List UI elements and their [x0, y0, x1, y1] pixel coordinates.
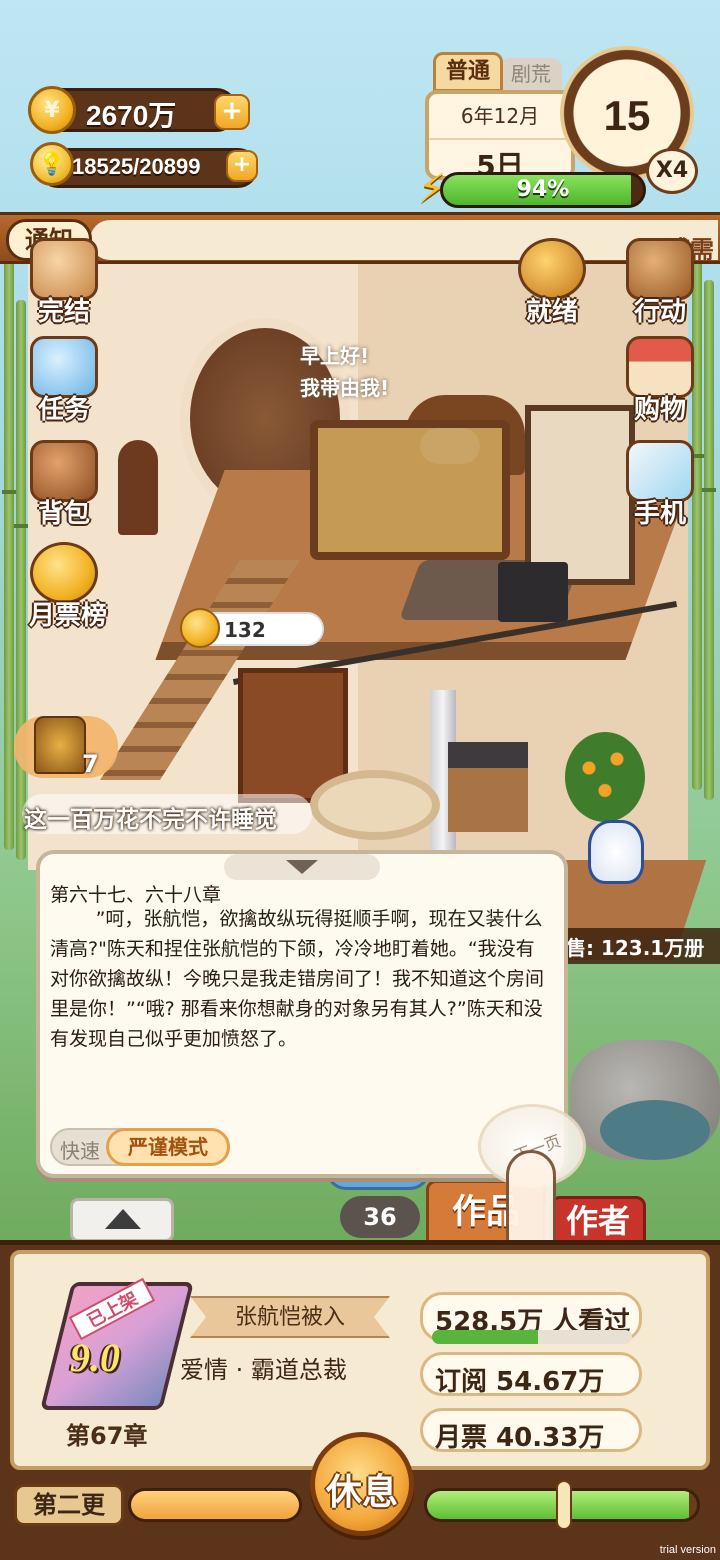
- progress-marker[interactable]: [556, 1480, 572, 1530]
- menu-finish[interactable]: 完结: [18, 236, 110, 328]
- reading-mode-toggle[interactable]: 快速 严谨模式: [50, 1128, 230, 1166]
- readers-progress-bar: [432, 1330, 632, 1344]
- left-progress-fill: [131, 1491, 299, 1519]
- add-coins-button[interactable]: +: [214, 94, 250, 130]
- readers-progress-fill: [432, 1330, 538, 1344]
- chapter-body: ”呵，张航恺，欲擒故纵玩得挺顺手啊，现在又装什么清高?"陈天和捏住张航恺的下颌，…: [50, 908, 545, 1050]
- second-update-button[interactable]: 第二更: [14, 1484, 124, 1526]
- expand-up-button[interactable]: [70, 1198, 174, 1242]
- menu-bag[interactable]: 背包: [18, 438, 110, 530]
- day-counter: 15: [603, 92, 651, 139]
- orange-tree[interactable]: [565, 732, 645, 822]
- left-progress-bar: [128, 1488, 302, 1522]
- stat-monthly-tickets-text: 月票 40.33万: [435, 1423, 605, 1453]
- stat-subscriptions: 订阅 54.67万: [420, 1352, 642, 1397]
- book-score: 9.0: [70, 1335, 120, 1380]
- tab-author[interactable]: 作者: [550, 1196, 646, 1246]
- dialog-collapse-handle[interactable]: [224, 854, 380, 880]
- tab-ghost[interactable]: 剧荒: [500, 58, 562, 92]
- watermark: trial version: [659, 1544, 716, 1556]
- doghouse[interactable]: [448, 742, 528, 832]
- treasure-chest-count: 7: [82, 750, 99, 778]
- porcelain-vase: [588, 820, 644, 884]
- mode-fast[interactable]: 快速: [60, 1135, 100, 1164]
- menu-tasks-label: 任务: [37, 395, 90, 425]
- interact-count: 36: [340, 1196, 420, 1238]
- bed[interactable]: [310, 420, 510, 560]
- menu-shop[interactable]: 购物: [614, 334, 706, 426]
- book-title: 张航恺被入: [190, 1296, 390, 1338]
- date-month: 6年12月: [460, 104, 540, 128]
- round-rug: [310, 770, 440, 840]
- greeting-speech: 早上好! 我带由我!: [300, 340, 389, 404]
- menu-action[interactable]: 行动: [614, 236, 706, 328]
- sales-text: 售: 123.1万册: [566, 936, 705, 960]
- mode-strict[interactable]: 严谨模式: [106, 1128, 230, 1166]
- book-genre: 爱情 · 霸道总裁: [180, 1356, 347, 1384]
- tv[interactable]: [498, 562, 568, 622]
- add-inspiration-button[interactable]: +: [226, 150, 258, 182]
- menu-bag-label: 背包: [37, 499, 90, 529]
- lightning-icon[interactable]: ⚡: [418, 166, 458, 212]
- speed-toggle[interactable]: X4: [646, 148, 698, 194]
- greeting-line-1: 早上好!: [300, 344, 370, 368]
- stat-subscriptions-text: 订阅 54.67万: [435, 1367, 605, 1397]
- menu-tasks[interactable]: 任务: [18, 334, 110, 426]
- treasure-chest-icon: [34, 716, 86, 774]
- lightbulb-icon: 💡: [30, 142, 74, 186]
- coin-icon: [180, 608, 220, 648]
- energy-label: 94%: [516, 177, 570, 202]
- menu-ready-label: 就绪: [525, 297, 578, 327]
- book-chapter: 第67章: [66, 1422, 148, 1450]
- grandfather-clock[interactable]: [118, 440, 158, 535]
- rest-label: 休息: [325, 1472, 398, 1513]
- pillow: [420, 428, 480, 464]
- menu-phone-label: 手机: [633, 499, 686, 529]
- menu-ready[interactable]: 就绪: [506, 236, 598, 328]
- coin-pickup-value: 132: [224, 618, 266, 642]
- tab-normal[interactable]: 普通: [433, 52, 503, 92]
- menu-monthly-ranking[interactable]: 月票榜: [18, 540, 118, 632]
- coin-pickup-bubble[interactable]: 132: [180, 608, 324, 648]
- inspiration-value: 18525/20899: [72, 154, 201, 179]
- thought-text: 这一百万花不完不许睡觉: [24, 807, 277, 833]
- menu-monthly-ranking-label: 月票榜: [28, 601, 107, 631]
- menu-phone[interactable]: 手机: [614, 438, 706, 530]
- pond: [600, 1100, 710, 1160]
- stat-monthly-tickets: 月票 40.33万: [420, 1408, 642, 1453]
- menu-shop-label: 购物: [633, 395, 686, 425]
- menu-finish-label: 完结: [37, 297, 90, 327]
- coin-icon: ¥: [28, 86, 76, 134]
- greeting-line-2: 我带由我!: [300, 376, 390, 400]
- chapter-title: 第六十七、六十八章: [50, 884, 222, 906]
- rest-button[interactable]: 休息: [310, 1432, 414, 1536]
- menu-action-label: 行动: [633, 297, 686, 327]
- coins-value: 2670万: [86, 100, 177, 131]
